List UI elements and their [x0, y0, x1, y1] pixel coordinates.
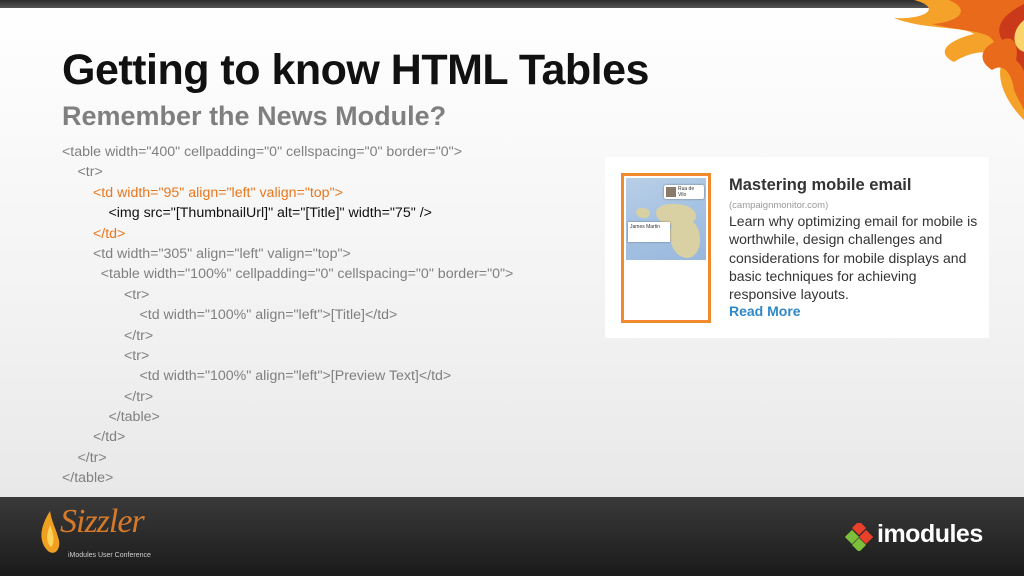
news-preview-text: Learn why optimizing email for mobile is… — [729, 213, 978, 303]
html-code-block: <table width="400" cellpadding="0" cells… — [62, 142, 513, 489]
slide-title: Getting to know HTML Tables — [62, 46, 649, 94]
flame-decoration-icon — [894, 0, 1024, 120]
code-line: <td width="305" align="left" valign="top… — [93, 245, 351, 262]
code-line: </table> — [62, 470, 114, 487]
imodules-logo-icon — [845, 523, 873, 551]
code-line: <td width="100%" align="left">[Title]</t… — [139, 307, 398, 324]
slide-subtitle: Remember the News Module? — [62, 101, 447, 131]
map-tag: Rua de Vilo — [664, 185, 704, 199]
code-line: </table> — [108, 409, 160, 426]
code-line: </td> — [93, 429, 126, 446]
news-title[interactable]: Mastering mobile email — [729, 176, 911, 195]
slide: Getting to know HTML Tables Remember the… — [0, 0, 1024, 576]
map-tag-label: Rua de Vilo — [678, 186, 695, 198]
imodules-logo-text: imodules — [877, 520, 983, 548]
news-source: (campaignmonitor.com) — [729, 200, 829, 211]
map-thumbnail-image: Rua de Vilo James Martin — [626, 178, 706, 260]
code-line: </tr> — [77, 449, 107, 466]
news-thumbnail-frame: Rua de Vilo James Martin — [621, 173, 711, 323]
code-line: <table width="100%" cellpadding="0" cell… — [100, 266, 514, 283]
code-line: </tr> — [124, 327, 154, 344]
code-line: <td width="95" align="left" valign="top"… — [93, 184, 343, 201]
code-line: <tr> — [124, 347, 150, 364]
read-more-link[interactable]: Read More — [729, 303, 801, 319]
code-line: </td> — [93, 225, 126, 242]
code-line: <tr> — [77, 164, 103, 181]
sizzler-logo-subtitle: iModules User Conference — [68, 552, 151, 559]
code-line: <img src="[ThumbnailUrl]" alt="[Title]" … — [108, 205, 432, 222]
code-line: <tr> — [124, 286, 150, 303]
code-line: <td width="100%" align="left">[Preview T… — [139, 368, 452, 385]
code-line: <table width="400" cellpadding="0" cells… — [62, 144, 462, 160]
map-name-label: James Martin — [628, 222, 670, 242]
code-line: </tr> — [124, 388, 154, 405]
sizzler-logo-text: Sizzler — [60, 503, 145, 540]
avatar — [666, 187, 676, 197]
news-module-preview: Rua de Vilo James Martin Mastering mobil… — [605, 157, 989, 338]
